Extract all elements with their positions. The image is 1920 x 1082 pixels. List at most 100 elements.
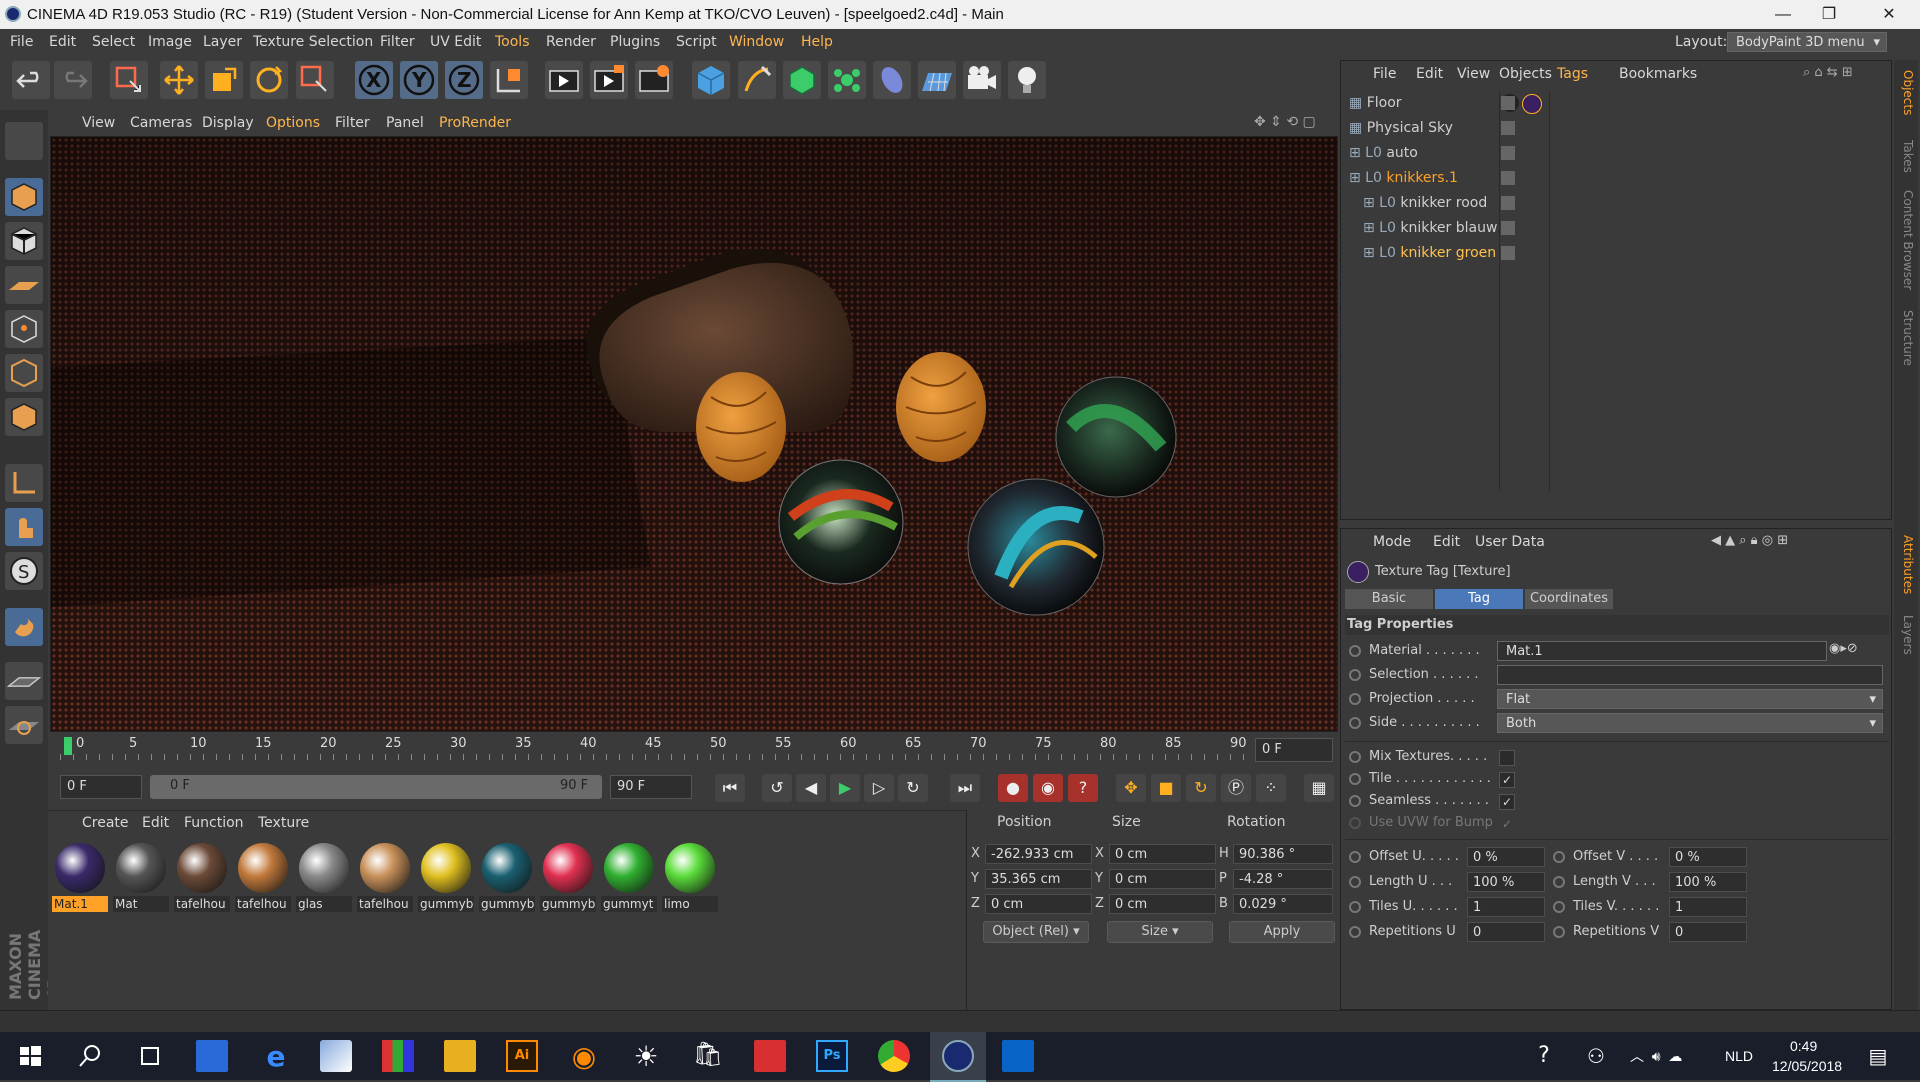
- edges-mode-icon[interactable]: [5, 354, 43, 392]
- photoshop-icon[interactable]: Ps: [816, 1040, 848, 1072]
- key-rotation-icon[interactable]: ↻: [1186, 774, 1216, 802]
- tile-radio[interactable]: [1349, 773, 1361, 785]
- attr-menu-edit[interactable]: Edit: [1433, 534, 1460, 550]
- blender-icon[interactable]: ◉: [568, 1040, 600, 1073]
- side-tab-takes[interactable]: Takes: [1897, 140, 1915, 173]
- mat-menu-texture[interactable]: Texture: [258, 815, 309, 831]
- menu-file[interactable]: File: [10, 34, 33, 50]
- mat-menu-function[interactable]: Function: [184, 815, 244, 831]
- material-swatch[interactable]: Mat: [113, 840, 169, 912]
- y-axis-icon[interactable]: Y: [400, 61, 438, 99]
- goto-start-icon[interactable]: ⏮: [715, 774, 745, 802]
- tile-checkbox[interactable]: ✓: [1499, 772, 1515, 788]
- attr-menu-user-data[interactable]: User Data: [1475, 534, 1545, 550]
- close-button[interactable]: ✕: [1866, 0, 1912, 29]
- illustrator-icon[interactable]: Ai: [506, 1040, 538, 1072]
- task-view-icon[interactable]: [134, 1040, 166, 1072]
- obj-menu-view[interactable]: View: [1457, 66, 1490, 82]
- render-view-icon[interactable]: [545, 61, 583, 99]
- cloner-icon[interactable]: [828, 61, 866, 99]
- material-swatch[interactable]: limo: [662, 840, 718, 912]
- menu-uv-edit[interactable]: UV Edit: [430, 34, 481, 50]
- material-link-field[interactable]: Mat.1: [1497, 641, 1827, 661]
- menu-select[interactable]: Select: [92, 34, 135, 50]
- object-row[interactable]: ⊞ L0 auto: [1349, 141, 1418, 166]
- rot-b-field[interactable]: 0.029 °: [1233, 894, 1333, 914]
- playhead[interactable]: [64, 737, 72, 755]
- tab-basic[interactable]: Basic: [1345, 589, 1433, 609]
- visibility-toggle[interactable]: [1501, 146, 1515, 160]
- side-tab-structure[interactable]: Structure: [1897, 310, 1915, 366]
- tiles-u-radio[interactable]: [1349, 901, 1361, 913]
- menu-edit[interactable]: Edit: [49, 34, 76, 50]
- clock-time[interactable]: 0:49: [1790, 1036, 1817, 1056]
- z-axis-icon[interactable]: Z: [445, 61, 483, 99]
- subdivision-icon[interactable]: [783, 61, 821, 99]
- keyframe-selection-icon[interactable]: ?: [1068, 774, 1098, 802]
- minimize-button[interactable]: —: [1760, 0, 1806, 29]
- material-swatch[interactable]: gummyb: [540, 840, 596, 912]
- coordinate-system-icon[interactable]: [490, 61, 528, 99]
- cube-icon[interactable]: [692, 61, 730, 99]
- material-swatch[interactable]: gummyb: [479, 840, 535, 912]
- autokey-icon[interactable]: ◉: [1033, 774, 1063, 802]
- planar-workplane-icon[interactable]: [5, 706, 43, 744]
- language-indicator[interactable]: NLD: [1725, 1032, 1753, 1080]
- tray-icons[interactable]: ︿ 🔊︎ ☁︎: [1630, 1032, 1682, 1080]
- app-icon[interactable]: [196, 1040, 228, 1072]
- seamless-radio[interactable]: [1349, 795, 1361, 807]
- size-x-field[interactable]: 0 cm: [1109, 844, 1216, 864]
- brightness-icon[interactable]: ☀: [630, 1040, 662, 1073]
- projection-dropdown[interactable]: Flat ▾: [1497, 689, 1883, 709]
- mat-menu-edit[interactable]: Edit: [142, 815, 169, 831]
- chrome-icon[interactable]: [878, 1040, 910, 1072]
- offset-u-field[interactable]: 0 %: [1467, 847, 1545, 867]
- coord-mode-dropdown[interactable]: Object (Rel) ▾: [983, 921, 1089, 943]
- edit-render-settings-icon[interactable]: [635, 61, 673, 99]
- object-row[interactable]: ⊞ L0 knikker rood: [1363, 191, 1487, 216]
- visibility-toggle[interactable]: [1501, 246, 1515, 260]
- scale-icon[interactable]: [205, 61, 243, 99]
- mix-textures-checkbox[interactable]: [1499, 750, 1515, 766]
- side-tab-objects[interactable]: Objects: [1897, 70, 1915, 115]
- size-y-field[interactable]: 0 cm: [1109, 869, 1216, 889]
- object-row[interactable]: ⊞ L0 knikkers.1: [1349, 166, 1458, 191]
- menu-filter[interactable]: Filter: [380, 34, 415, 50]
- repetitions-u-field[interactable]: 0: [1467, 922, 1545, 942]
- tiles-u-field[interactable]: 1: [1467, 897, 1545, 917]
- people-icon[interactable]: ⚇: [1580, 1040, 1612, 1072]
- floor-icon[interactable]: [918, 61, 956, 99]
- maximize-button[interactable]: ❐: [1806, 0, 1852, 29]
- material-swatch[interactable]: tafelhou: [174, 840, 230, 912]
- edge-icon[interactable]: e: [260, 1040, 292, 1073]
- vp-menu-options[interactable]: Options: [266, 115, 320, 131]
- search-icon[interactable]: ⌕ ⌂ ⇆ ⊞: [1803, 65, 1853, 80]
- material-radio[interactable]: [1349, 645, 1361, 657]
- length-u-radio[interactable]: [1349, 876, 1361, 888]
- texture-mode-icon[interactable]: [5, 222, 43, 260]
- vp-menu-panel[interactable]: Panel: [386, 115, 424, 131]
- length-u-field[interactable]: 100 %: [1467, 872, 1545, 892]
- app-icon[interactable]: [320, 1040, 352, 1072]
- search-icon[interactable]: [74, 1040, 106, 1072]
- magnet-icon[interactable]: [5, 608, 43, 646]
- menu-script[interactable]: Script: [676, 34, 717, 50]
- live-selection-icon[interactable]: [110, 61, 148, 99]
- side-tab-layers[interactable]: Layers: [1897, 615, 1915, 655]
- selection-field[interactable]: [1497, 665, 1883, 685]
- record-icon[interactable]: ●: [998, 774, 1028, 802]
- side-radio[interactable]: [1349, 717, 1361, 729]
- layout-dropdown[interactable]: BodyPaint 3D menu ▾: [1727, 32, 1887, 52]
- offset-v-radio[interactable]: [1553, 851, 1565, 863]
- play-icon[interactable]: ▶: [830, 774, 860, 802]
- key-scale-icon[interactable]: ■: [1151, 774, 1181, 802]
- lock-workplane-icon[interactable]: [5, 662, 43, 700]
- projection-radio[interactable]: [1349, 693, 1361, 705]
- goto-prev-key-icon[interactable]: ↺: [762, 774, 792, 802]
- object-row[interactable]: ⊞ L0 knikker groen: [1363, 241, 1496, 266]
- render-viewport[interactable]: [50, 136, 1338, 732]
- obj-menu-file[interactable]: File: [1373, 66, 1396, 82]
- snap-icon[interactable]: S: [5, 552, 43, 590]
- material-link-icons[interactable]: ◉▸⊘: [1829, 641, 1858, 656]
- menu-texture-selection[interactable]: Texture Selection: [253, 34, 373, 50]
